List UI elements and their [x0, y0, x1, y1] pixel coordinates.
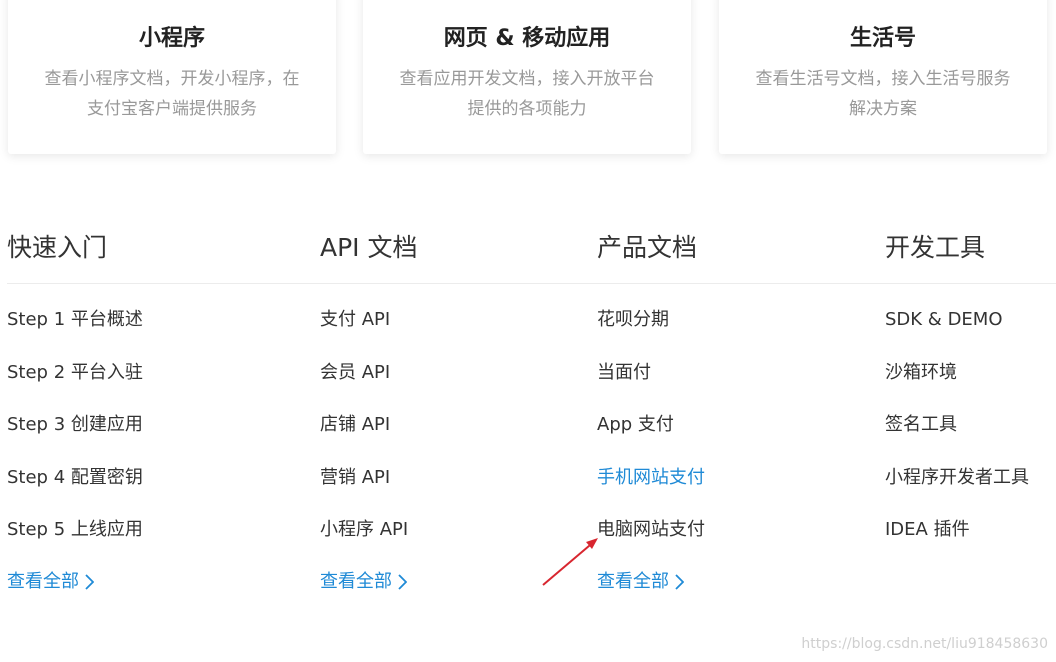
watermark: https://blog.csdn.net/liu918458630 — [801, 636, 1048, 652]
red-arrow-annotation — [542, 538, 598, 586]
